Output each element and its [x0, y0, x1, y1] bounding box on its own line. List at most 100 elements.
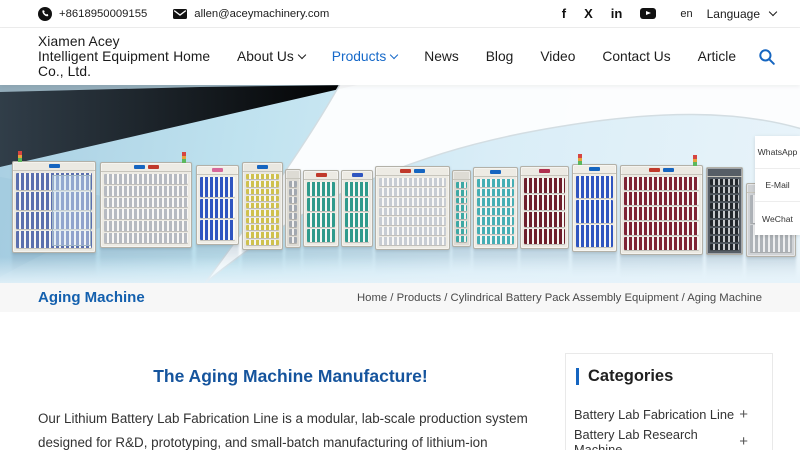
nav-item-video[interactable]: Video — [540, 49, 575, 64]
shelf-row — [456, 182, 467, 188]
nav-menu: Home About Us Products News Blog Video Contact… — [173, 49, 736, 64]
machine-shelves — [246, 174, 279, 245]
side-contact-whatsapp[interactable]: WhatsApp — [755, 136, 800, 169]
nav-item-about-us[interactable]: About Us — [237, 49, 307, 64]
machine-cabinet — [473, 167, 518, 249]
machine-header — [243, 163, 282, 172]
shelf-row — [624, 177, 699, 190]
signal-tower-lamp — [693, 155, 697, 167]
shelf-row — [710, 203, 739, 210]
machine-cabinet — [375, 166, 450, 250]
machine-cabinet — [285, 169, 301, 248]
section-heading: The Aging Machine Manufacture! — [153, 366, 428, 386]
shelf-row — [246, 195, 279, 202]
language-code: en — [680, 7, 693, 20]
breadcrumb-bar: Aging Machine Home / Products / Cylindri… — [0, 283, 800, 312]
machine-shelves — [289, 181, 297, 243]
brand-chip — [649, 168, 660, 172]
brand-chip — [212, 168, 223, 172]
machine-header — [621, 166, 702, 175]
shelf-row — [307, 197, 335, 211]
shelf-row — [289, 189, 297, 195]
nav-item-label: Products — [331, 49, 387, 64]
nav-item-news[interactable]: News — [424, 49, 459, 64]
language-selector[interactable]: Language — [706, 6, 778, 21]
chevron-down-icon — [768, 7, 778, 17]
shelf-row — [477, 217, 514, 225]
category-item[interactable]: Battery Lab Research Machine + — [566, 427, 772, 450]
machine-shelves — [104, 174, 188, 243]
shelf-row — [379, 197, 446, 206]
shelf-row — [246, 210, 279, 216]
machine-header — [13, 162, 95, 171]
category-accent-bar — [576, 368, 579, 385]
shelf-row — [456, 228, 467, 235]
phone-link[interactable]: +8618950009155 — [38, 6, 147, 21]
youtube-icon[interactable] — [640, 8, 657, 19]
language-label: Language — [706, 6, 760, 21]
shelf-row — [576, 224, 613, 247]
shelf-row — [246, 181, 279, 187]
machine-cabinet — [341, 170, 373, 247]
nav-item-contact-us[interactable]: Contact Us — [602, 49, 670, 64]
shelf-row — [104, 221, 188, 232]
nav-item-home[interactable]: Home — [173, 49, 210, 64]
machine-shelves — [307, 182, 335, 242]
nav-item-products[interactable]: Products — [331, 49, 399, 64]
side-contact-wechat[interactable]: WeChat — [755, 202, 800, 235]
top-utility-bar: +8618950009155 allen@aceymachinery.com f… — [0, 0, 800, 28]
machine-shelves — [345, 182, 369, 242]
side-contact-email[interactable]: E-Mail — [755, 169, 800, 202]
brand-chip — [400, 169, 411, 173]
shelf-row — [456, 236, 467, 242]
nav-item-blog[interactable]: Blog — [486, 49, 514, 64]
shelf-row — [307, 182, 335, 196]
shelf-row — [524, 229, 565, 244]
brand-chip — [351, 173, 363, 177]
machine-cabinet — [196, 165, 239, 245]
expand-plus-icon[interactable]: + — [739, 406, 748, 423]
shelf-row — [710, 211, 739, 218]
machine-header — [707, 168, 742, 177]
machine-header — [453, 171, 470, 180]
shelf-row — [289, 221, 297, 227]
shelf-row — [246, 239, 279, 245]
breadcrumb[interactable]: Home / Products / Cylindrical Battery Pa… — [357, 292, 762, 304]
email-link[interactable]: allen@aceymachinery.com — [173, 8, 329, 20]
social-links: f Xin — [562, 7, 657, 20]
main-content: The Aging Machine Manufacture! Our Lithi… — [0, 312, 800, 450]
expand-plus-icon[interactable]: + — [739, 433, 748, 450]
contact-quick-panel: WhatsApp E-Mail WeChat — [755, 136, 800, 235]
shelf-row — [624, 207, 699, 220]
brand-chip — [589, 167, 600, 171]
linkedin-icon[interactable]: in — [611, 7, 623, 20]
company-name[interactable]: Xiamen Acey Intelligent Equipment Co., L… — [38, 34, 173, 79]
shelf-row — [289, 181, 297, 187]
x-twitter-icon[interactable]: X — [584, 7, 593, 20]
shelf-row — [289, 205, 297, 211]
shelf-row — [524, 212, 565, 227]
shelf-row — [456, 220, 467, 227]
glass-door — [52, 175, 91, 246]
shelf-row — [200, 177, 235, 197]
machine-cabinet — [100, 152, 192, 248]
shelf-row — [289, 237, 297, 243]
machine-cabinet — [12, 151, 96, 253]
shelf-row — [379, 187, 446, 196]
category-item[interactable]: Battery Lab Fabrication Line + — [566, 401, 772, 428]
machine-cabinet — [572, 154, 617, 252]
brand-chip — [663, 168, 674, 172]
brand-chip — [315, 173, 327, 177]
shelf-row — [246, 217, 279, 224]
nav-item-article[interactable]: Article — [698, 49, 736, 64]
shelf-row — [710, 187, 739, 194]
facebook-icon[interactable]: f — [562, 7, 566, 20]
shelf-row — [379, 207, 446, 216]
machine-shelves — [379, 178, 446, 246]
hero-banner: WhatsApp E-Mail WeChat — [0, 85, 800, 283]
whatsapp-phone-icon — [38, 6, 52, 21]
search-button[interactable] — [758, 48, 776, 66]
categories-panel: Categories Battery Lab Fabrication Line +… — [565, 353, 773, 450]
shelf-row — [379, 217, 446, 226]
floor-reflection — [0, 257, 800, 283]
